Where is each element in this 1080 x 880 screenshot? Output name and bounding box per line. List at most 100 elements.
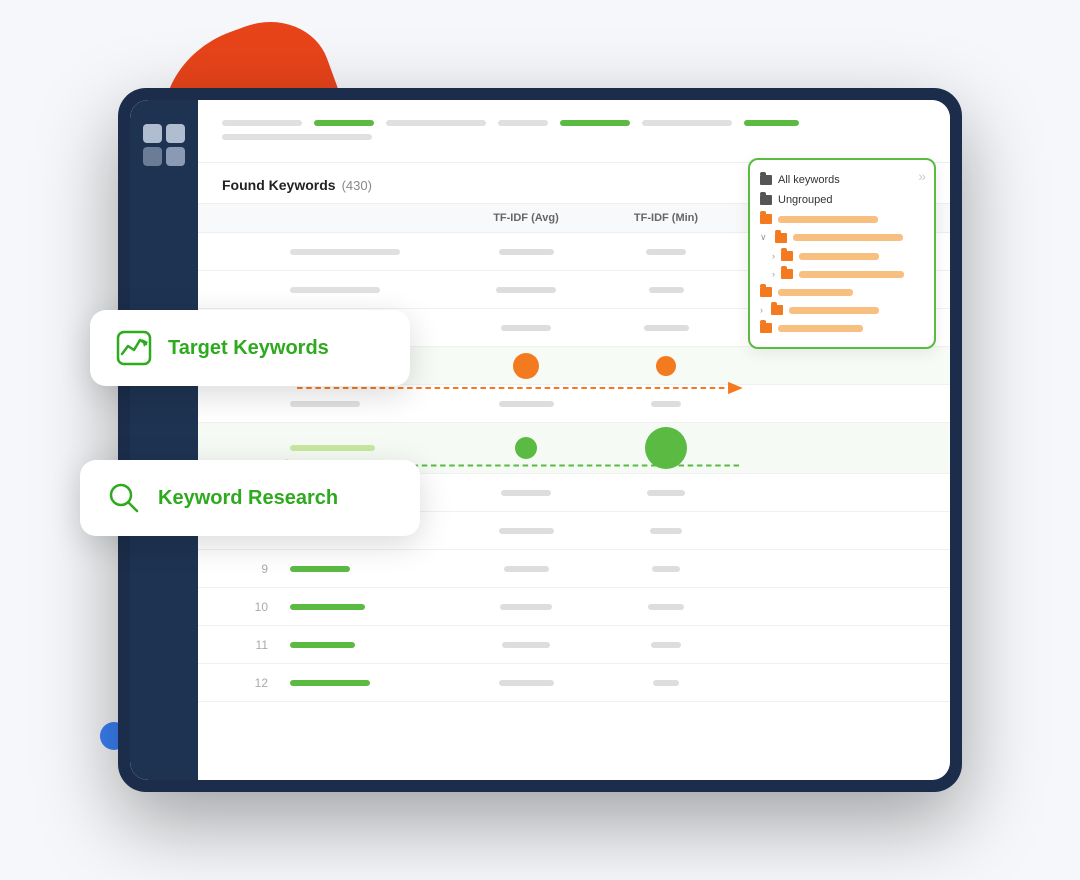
row-bar-cell: [282, 445, 456, 451]
target-keywords-icon: [114, 328, 154, 368]
cell-skeleton: [644, 325, 689, 331]
skeleton-bar-green: [560, 120, 630, 126]
row-cell-min: [596, 562, 736, 576]
keywords-panel[interactable]: » All keywords Ungrouped ∨: [748, 158, 936, 349]
row-bar-cell: [282, 401, 456, 407]
row-cell-avg: [456, 245, 596, 259]
top-bar-row-2: [222, 134, 926, 140]
col-header-num: [222, 204, 282, 232]
row-bar-cell: [282, 680, 456, 686]
folder-icon-orange: [760, 323, 772, 333]
expand-icon[interactable]: ›: [772, 269, 775, 279]
cell-skeleton: [648, 604, 684, 610]
skeleton-bar: [386, 120, 486, 126]
kw-bar: [778, 289, 853, 296]
cell-skeleton: [504, 566, 549, 572]
cell-skeleton: [500, 604, 552, 610]
found-keywords-title: Found Keywords: [222, 177, 336, 193]
row-cell-min-dot: [596, 352, 736, 380]
keyword-research-card[interactable]: Keyword Research: [80, 460, 420, 536]
kw-bar: [778, 216, 878, 223]
row-cell-min: [596, 283, 736, 297]
row-cell-extra: [736, 489, 926, 497]
row-cell-min: [596, 321, 736, 335]
folder-icon-dark: [760, 175, 772, 185]
logo-cell-1: [143, 124, 162, 143]
keyword-research-icon: [104, 478, 144, 518]
row-cell-extra: [736, 641, 926, 649]
folder-icon-dark: [760, 195, 772, 205]
kw-bar: [793, 234, 903, 241]
kw-item-4-expandable[interactable]: ›: [750, 301, 934, 319]
app-logo[interactable]: [143, 124, 185, 166]
main-content: Found Keywords (430) TF-IDF (Avg) TF-IDF…: [198, 100, 950, 780]
expand-chevron[interactable]: ›: [760, 305, 763, 315]
sidebar: [130, 100, 198, 780]
expand-icon[interactable]: ›: [772, 251, 775, 261]
table-row: [198, 385, 950, 423]
cell-skeleton: [501, 325, 551, 331]
green-dot-medium: [515, 437, 537, 459]
cell-skeleton: [647, 490, 685, 496]
row-cell-min: [596, 486, 736, 500]
col-header-tfidf-avg: TF-IDF (Avg): [456, 204, 596, 232]
logo-cell-2: [166, 124, 185, 143]
row-number: 9: [222, 562, 282, 576]
row-bar-green: [290, 604, 365, 610]
row-cell-extra: [736, 444, 926, 452]
cell-skeleton: [496, 287, 556, 293]
table-row: 10: [198, 588, 950, 626]
row-cell-avg: [456, 676, 596, 690]
kw-item-ungrouped[interactable]: Ungrouped: [750, 190, 934, 210]
kw-bar: [799, 271, 904, 278]
row-cell-extra: [736, 400, 926, 408]
kw-bar: [789, 307, 879, 314]
target-keywords-title: Target Keywords: [168, 337, 329, 360]
row-cell-extra: [736, 527, 926, 535]
keyword-research-title: Keyword Research: [158, 487, 338, 510]
screen-inner: Found Keywords (430) TF-IDF (Avg) TF-IDF…: [130, 100, 950, 780]
kw-item-1[interactable]: [750, 210, 934, 228]
cell-skeleton: [650, 528, 682, 534]
expand-chevron[interactable]: ∨: [760, 232, 767, 243]
col-header-keyword: [282, 204, 456, 232]
kw-item-5[interactable]: [750, 319, 934, 337]
cell-skeleton: [651, 642, 681, 648]
row-cell-min: [596, 638, 736, 652]
kw-item-all[interactable]: All keywords: [750, 170, 934, 190]
cell-skeleton: [499, 528, 554, 534]
row-cell-avg: [456, 600, 596, 614]
row-cell-avg: [456, 562, 596, 576]
cell-skeleton: [499, 680, 554, 686]
row-bar: [290, 401, 360, 407]
main-screen: Found Keywords (430) TF-IDF (Avg) TF-IDF…: [130, 100, 950, 780]
row-cell-min: [596, 524, 736, 538]
kw-item-3[interactable]: [750, 283, 934, 301]
kw-bar: [799, 253, 879, 260]
row-bar: [290, 287, 380, 293]
logo-cell-4: [166, 147, 185, 166]
panel-nav-arrow[interactable]: »: [918, 168, 926, 184]
folder-icon-orange: [760, 214, 772, 224]
top-bar: [198, 100, 950, 163]
kw-item-label: Ungrouped: [778, 194, 832, 206]
kw-item-label: All keywords: [778, 174, 840, 186]
row-bar: [290, 249, 400, 255]
cell-skeleton: [652, 566, 680, 572]
cell-skeleton: [649, 287, 684, 293]
skeleton-bar-green: [314, 120, 374, 126]
skeleton-bar: [498, 120, 548, 126]
row-number: 12: [222, 676, 282, 690]
kw-item-2-expandable[interactable]: ∨: [750, 228, 934, 247]
row-cell-extra: [736, 603, 926, 611]
kw-item-child-2[interactable]: ›: [750, 265, 934, 283]
row-cell-avg: [456, 321, 596, 335]
search-icon: [106, 480, 142, 516]
chart-icon: [116, 330, 152, 366]
logo-cell-3: [143, 147, 162, 166]
row-bar-cell: [282, 566, 456, 572]
target-keywords-card[interactable]: Target Keywords: [90, 310, 410, 386]
kw-item-child-1[interactable]: ›: [750, 247, 934, 265]
row-cell-avg: [456, 397, 596, 411]
row-bar-cell: [282, 287, 456, 293]
